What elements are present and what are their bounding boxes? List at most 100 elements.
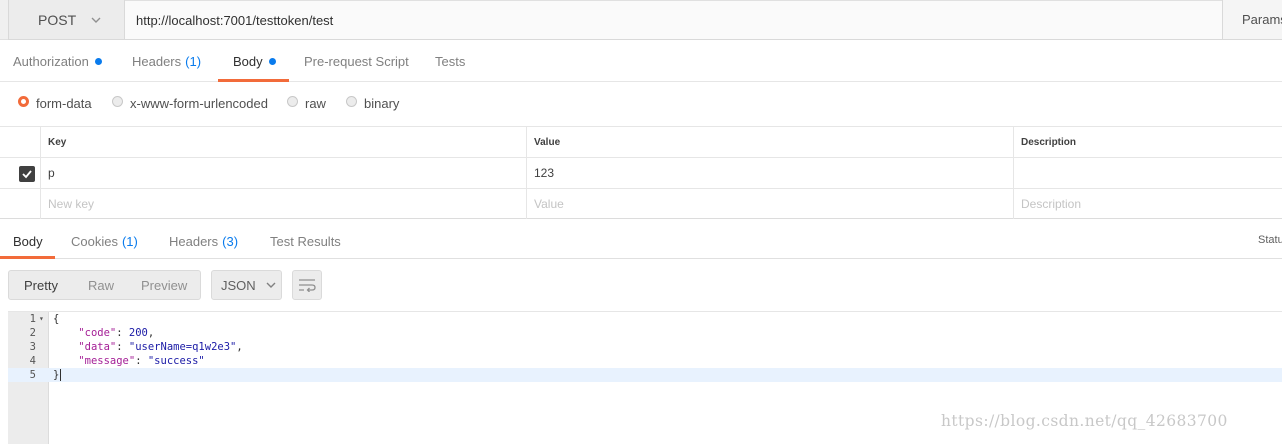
tab-count: (1) [185,53,202,69]
tab-cookies[interactable]: Cookies (1) [71,223,138,259]
row-enabled-checkbox[interactable] [19,166,35,182]
json-punct: , [236,341,243,353]
json-key: "code" [78,327,117,339]
code-line: 1 ▾ { [8,312,1282,326]
tab-tests[interactable]: Tests [435,40,465,82]
chevron-down-icon [91,17,101,23]
key-cell[interactable]: p [40,158,526,188]
tab-pre-request-script[interactable]: Pre-request Script [304,40,409,82]
mode-form-data[interactable]: form-data [18,83,92,123]
code-line: 4 "message": "success" [8,354,1282,368]
radio-selected-icon [18,95,29,107]
params-label: Params [1242,12,1282,27]
tab-label: Tests [435,53,466,69]
json-key: "message" [78,355,136,367]
view-mode-segmented: Pretty Raw Preview [8,270,201,300]
tab-label: Test Results [270,233,341,249]
active-tab-indicator [218,79,289,82]
tab-test-results[interactable]: Test Results [270,223,341,259]
column-header-description: Description [1013,127,1282,157]
tab-label: Pre-request Script [304,53,409,69]
line-number: 4 [29,355,36,367]
body-mode-group: form-data x-www-form-urlencoded raw bina… [0,83,1282,127]
status-dot-icon [94,57,102,65]
format-select[interactable]: JSON [211,270,282,300]
watermark: https://blog.csdn.net/qq_42683700 [941,412,1228,430]
fold-arrow-icon[interactable]: ▾ [39,312,44,326]
request-tabs: Authorization Headers (1) Body Pre-reques… [0,40,1282,82]
json-key: "data" [78,341,117,353]
status-dot-icon [268,57,276,65]
tab-label: Body [233,53,263,69]
column-header-value: Value [526,127,1013,157]
tab-response-body[interactable]: Body [13,223,43,259]
mode-binary[interactable]: binary [346,83,399,123]
code-line-active: 5 } [8,368,1282,382]
radio-icon [287,95,298,107]
url-input[interactable]: http://localhost:7001/testtoken/test [125,0,1223,40]
code-text: "data": "userName=q1w2e3", [78,341,243,353]
code-line: 3 "data": "userName=q1w2e3", [8,340,1282,354]
tab-label: Headers [169,233,219,249]
line-number: 2 [29,327,36,339]
tab-label: Body [13,233,43,249]
view-pretty-button[interactable]: Pretty [24,271,58,299]
tab-label: Headers [132,53,182,69]
view-raw-button[interactable]: Raw [88,271,114,299]
value-cell[interactable]: 123 [526,158,1013,188]
chevron-down-icon [266,282,276,288]
new-value-input[interactable]: Value [526,189,1013,219]
check-icon [22,170,32,179]
mode-x-www-form-urlencoded[interactable]: x-www-form-urlencoded [112,83,268,123]
format-label: JSON [221,277,256,293]
description-cell[interactable] [1013,158,1282,188]
wrap-lines-button[interactable] [292,270,322,300]
mode-label: x-www-form-urlencoded [130,95,268,111]
tab-response-headers[interactable]: Headers (3) [169,223,238,259]
tab-body[interactable]: Body [233,40,276,82]
url-text: http://localhost:7001/testtoken/test [136,12,334,28]
column-header-key: Key [40,127,526,157]
new-row: New key Value Description [0,189,1282,219]
new-description-input[interactable]: Description [1013,189,1282,219]
text-cursor [60,369,62,381]
json-value: "success" [147,355,205,367]
view-preview-button[interactable]: Preview [141,271,187,299]
line-number: 1 [29,313,36,325]
tab-label: Authorization [13,53,89,69]
code-text: { [53,313,60,325]
status-label: Status [1258,234,1282,246]
table-row: p 123 [0,158,1282,189]
tab-count: (3) [222,233,239,249]
json-value: "userName=q1w2e3" [128,341,237,353]
code-line: 2 "code": 200, [8,326,1282,340]
form-data-table: Key Value Description p 123 New key Valu… [0,127,1282,219]
tab-authorization[interactable]: Authorization [13,40,102,82]
params-button[interactable]: Params [1222,0,1282,40]
tab-count: (1) [121,233,138,249]
code-text: "message": "success" [78,355,205,367]
wrap-lines-icon [299,279,316,292]
mode-raw[interactable]: raw [287,83,326,123]
line-number: 3 [29,341,36,353]
response-tabs: Body Cookies (1) Headers (3) Test Results … [0,223,1282,259]
table-header-row: Key Value Description [0,127,1282,158]
json-value: 200 [128,327,148,339]
code-text: } [53,368,62,382]
code-brace: } [53,369,60,381]
new-key-input[interactable]: New key [40,189,526,219]
tab-label: Cookies [71,233,118,249]
tab-headers[interactable]: Headers (1) [132,40,201,82]
mode-label: form-data [36,95,92,111]
radio-icon [112,95,123,107]
request-bar: POST http://localhost:7001/testtoken/tes… [0,0,1282,40]
method-select[interactable]: POST [8,0,125,40]
radio-icon [346,95,357,107]
mode-label: binary [364,95,400,111]
active-tab-indicator [0,256,55,259]
code-text: "code": 200, [78,327,155,339]
mode-label: raw [305,95,326,111]
method-label: POST [38,11,77,28]
json-punct: , [147,327,155,339]
line-number: 5 [29,369,36,381]
